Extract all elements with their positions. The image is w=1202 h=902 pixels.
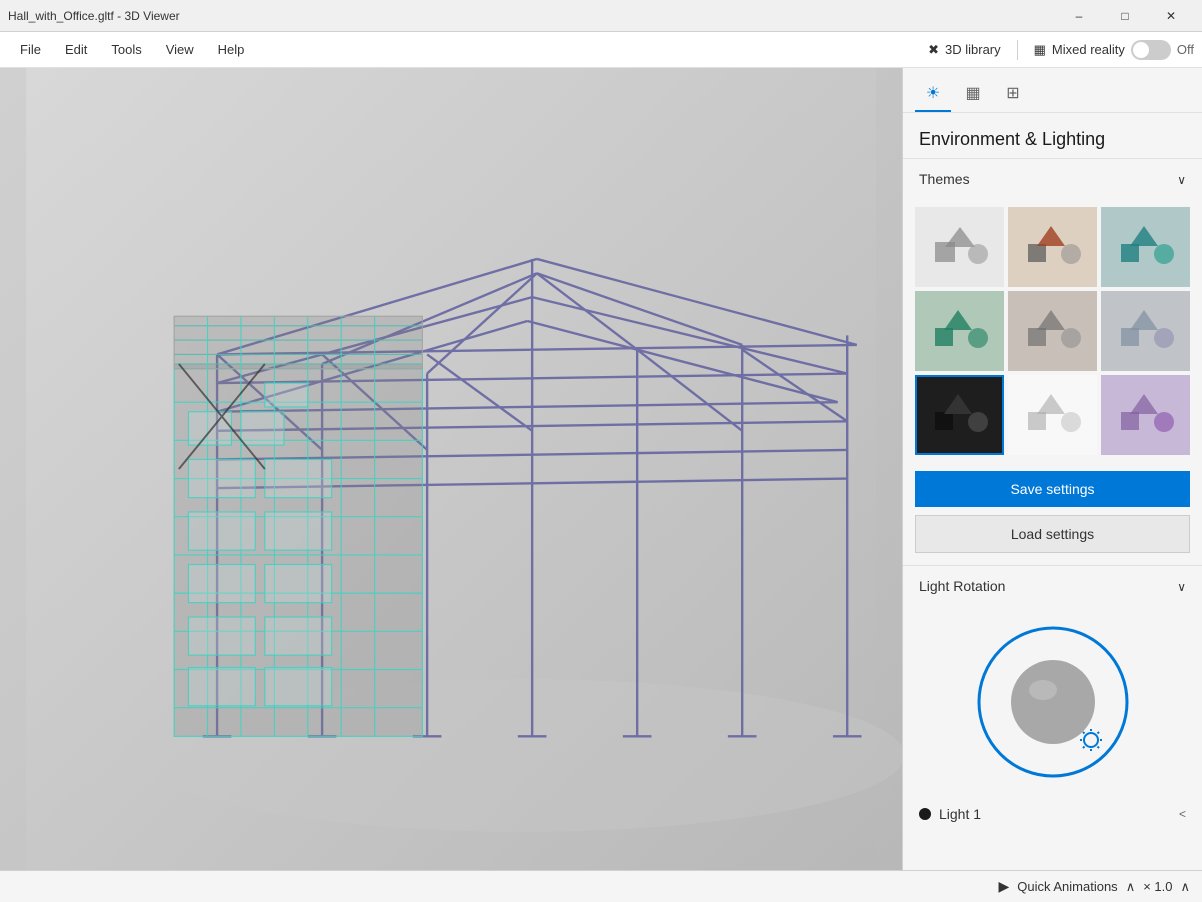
vr-icon: ▦ bbox=[1034, 42, 1046, 58]
panel-tabs: ☀ ▦ ⊞ bbox=[903, 68, 1202, 113]
animation-icon: ▶ bbox=[998, 878, 1009, 895]
themes-grid bbox=[903, 199, 1202, 467]
theme-item[interactable] bbox=[1008, 291, 1097, 371]
bottom-bar: ▶ Quick Animations ∧ × 1.0 ∧ bbox=[0, 870, 1202, 902]
minimize-button[interactable]: – bbox=[1056, 0, 1102, 32]
light-rotation-header[interactable]: Light Rotation bbox=[903, 566, 1202, 606]
light-rotation-section: Light Rotation bbox=[903, 565, 1202, 838]
load-settings-button[interactable]: Load settings bbox=[915, 515, 1190, 553]
sun-icon: ☀ bbox=[926, 83, 940, 103]
light-rotation-label: Light Rotation bbox=[919, 578, 1005, 594]
theme-item[interactable] bbox=[1008, 375, 1097, 455]
light-rotation-chevron-icon bbox=[1177, 578, 1186, 594]
library-button[interactable]: ✖ 3D library bbox=[928, 42, 1001, 58]
stats-tab[interactable]: ▦ bbox=[955, 76, 991, 112]
theme-item[interactable] bbox=[915, 291, 1004, 371]
mixed-reality-toggle[interactable] bbox=[1131, 40, 1171, 60]
themes-header[interactable]: Themes bbox=[903, 159, 1202, 199]
grid-tab[interactable]: ⊞ bbox=[995, 76, 1031, 112]
menu-file[interactable]: File bbox=[8, 32, 53, 68]
grid-icon: ⊞ bbox=[1006, 83, 1019, 103]
chevron-up-icon: ∧ bbox=[1126, 879, 1136, 895]
menu-help[interactable]: Help bbox=[206, 32, 257, 68]
light-dot bbox=[919, 808, 931, 820]
rotation-dial[interactable] bbox=[973, 622, 1133, 782]
viewport[interactable] bbox=[0, 68, 902, 870]
close-button[interactable]: ✕ bbox=[1148, 0, 1194, 32]
maximize-button[interactable]: □ bbox=[1102, 0, 1148, 32]
stats-icon: ▦ bbox=[965, 83, 980, 103]
themes-chevron-icon bbox=[1177, 171, 1186, 187]
quick-animations-area: ▶ Quick Animations ∧ × 1.0 ∧ bbox=[998, 878, 1190, 895]
multiplier-up-icon: ∧ bbox=[1180, 879, 1190, 895]
theme-item-selected[interactable] bbox=[915, 375, 1004, 455]
menu-items: File Edit Tools View Help bbox=[8, 32, 256, 68]
theme-item[interactable] bbox=[1101, 291, 1190, 371]
menu-edit[interactable]: Edit bbox=[53, 32, 99, 68]
themes-label: Themes bbox=[919, 171, 970, 187]
section-title: Environment & Lighting bbox=[903, 113, 1202, 158]
light-name: Light 1 bbox=[939, 806, 1179, 822]
theme-item[interactable] bbox=[1101, 375, 1190, 455]
light-list: Light 1 < bbox=[903, 798, 1202, 838]
window-controls: – □ ✕ bbox=[1056, 0, 1194, 32]
theme-item[interactable] bbox=[915, 207, 1004, 287]
menu-tools[interactable]: Tools bbox=[99, 32, 153, 68]
lighting-tab[interactable]: ☀ bbox=[915, 76, 951, 112]
theme-item[interactable] bbox=[1008, 207, 1097, 287]
menu-bar: File Edit Tools View Help ✖ 3D library ▦… bbox=[0, 32, 1202, 68]
light-rotation-content bbox=[903, 606, 1202, 798]
light-item[interactable]: Light 1 < bbox=[915, 798, 1190, 830]
theme-item[interactable] bbox=[1101, 207, 1190, 287]
save-settings-button[interactable]: Save settings bbox=[915, 471, 1190, 507]
mixed-reality-button[interactable]: ▦ Mixed reality Off bbox=[1034, 40, 1194, 60]
menu-view[interactable]: View bbox=[154, 32, 206, 68]
quick-animations-label: Quick Animations bbox=[1017, 879, 1117, 894]
light-chevron-icon: < bbox=[1179, 807, 1186, 821]
window-title: Hall_with_Office.gltf - 3D Viewer bbox=[8, 9, 180, 23]
menu-right: ✖ 3D library ▦ Mixed reality Off bbox=[928, 40, 1194, 60]
themes-section: Themes bbox=[903, 158, 1202, 565]
main-content: ☀ ▦ ⊞ Environment & Lighting Themes bbox=[0, 68, 1202, 870]
menu-divider bbox=[1017, 40, 1018, 60]
title-bar: Hall_with_Office.gltf - 3D Viewer – □ ✕ bbox=[0, 0, 1202, 32]
right-panel: ☀ ▦ ⊞ Environment & Lighting Themes bbox=[902, 68, 1202, 870]
multiplier-label: × 1.0 bbox=[1143, 879, 1172, 894]
toggle-knob bbox=[1133, 42, 1149, 58]
cube-icon: ✖ bbox=[928, 42, 939, 58]
